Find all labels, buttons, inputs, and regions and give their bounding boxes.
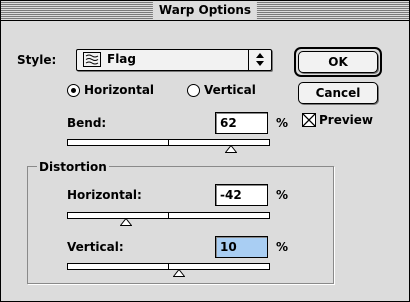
slider-center-mark: [168, 264, 169, 269]
flag-icon: [83, 52, 101, 67]
window-title: Warp Options: [152, 1, 258, 20]
distortion-vertical-field[interactable]: 10: [215, 236, 268, 258]
ok-button[interactable]: OK: [298, 51, 378, 73]
distortion-horizontal-value: -42: [220, 188, 242, 202]
distortion-vertical-slider-thumb[interactable]: [173, 269, 185, 277]
distortion-horizontal-field[interactable]: -42: [215, 184, 268, 206]
distortion-horizontal-unit: %: [276, 188, 289, 202]
checkmark-icon: [302, 113, 316, 127]
cancel-button[interactable]: Cancel: [298, 82, 378, 104]
up-down-arrows-icon: [256, 53, 264, 66]
distortion-vertical-unit: %: [276, 240, 289, 254]
distortion-horizontal-slider-track[interactable]: [67, 212, 270, 219]
vertical-radio[interactable]: [187, 84, 200, 97]
warp-options-dialog: Warp Options Style: Flag OK Cancel Previ…: [0, 0, 410, 302]
preview-checkbox[interactable]: [302, 113, 316, 127]
preview-label[interactable]: Preview: [319, 112, 373, 128]
slider-center-mark: [168, 140, 169, 145]
bend-slider-thumb[interactable]: [225, 145, 237, 153]
vertical-radio-label[interactable]: Vertical: [204, 82, 256, 98]
horizontal-radio-label[interactable]: Horizontal: [84, 82, 154, 98]
bend-field[interactable]: 62: [215, 112, 268, 134]
bend-slider-track[interactable]: [67, 139, 270, 146]
distortion-vertical-label: Vertical:: [67, 240, 124, 254]
horizontal-radio[interactable]: [67, 84, 80, 97]
distortion-horizontal-label: Horizontal:: [67, 188, 142, 202]
bend-unit: %: [276, 116, 289, 130]
slider-center-mark: [168, 213, 169, 218]
title-bar[interactable]: Warp Options: [1, 1, 409, 21]
distortion-horizontal-slider-thumb[interactable]: [120, 218, 132, 226]
distortion-group-title: Distortion: [37, 159, 109, 175]
style-label: Style:: [17, 53, 57, 67]
style-value: Flag: [107, 52, 136, 66]
distortion-vertical-value: 10: [220, 240, 237, 254]
distortion-vertical-slider-track[interactable]: [67, 263, 270, 270]
popup-separator: [248, 50, 249, 70]
bend-value: 62: [220, 116, 237, 130]
style-popup[interactable]: Flag: [76, 49, 272, 71]
bend-label: Bend:: [67, 116, 107, 130]
